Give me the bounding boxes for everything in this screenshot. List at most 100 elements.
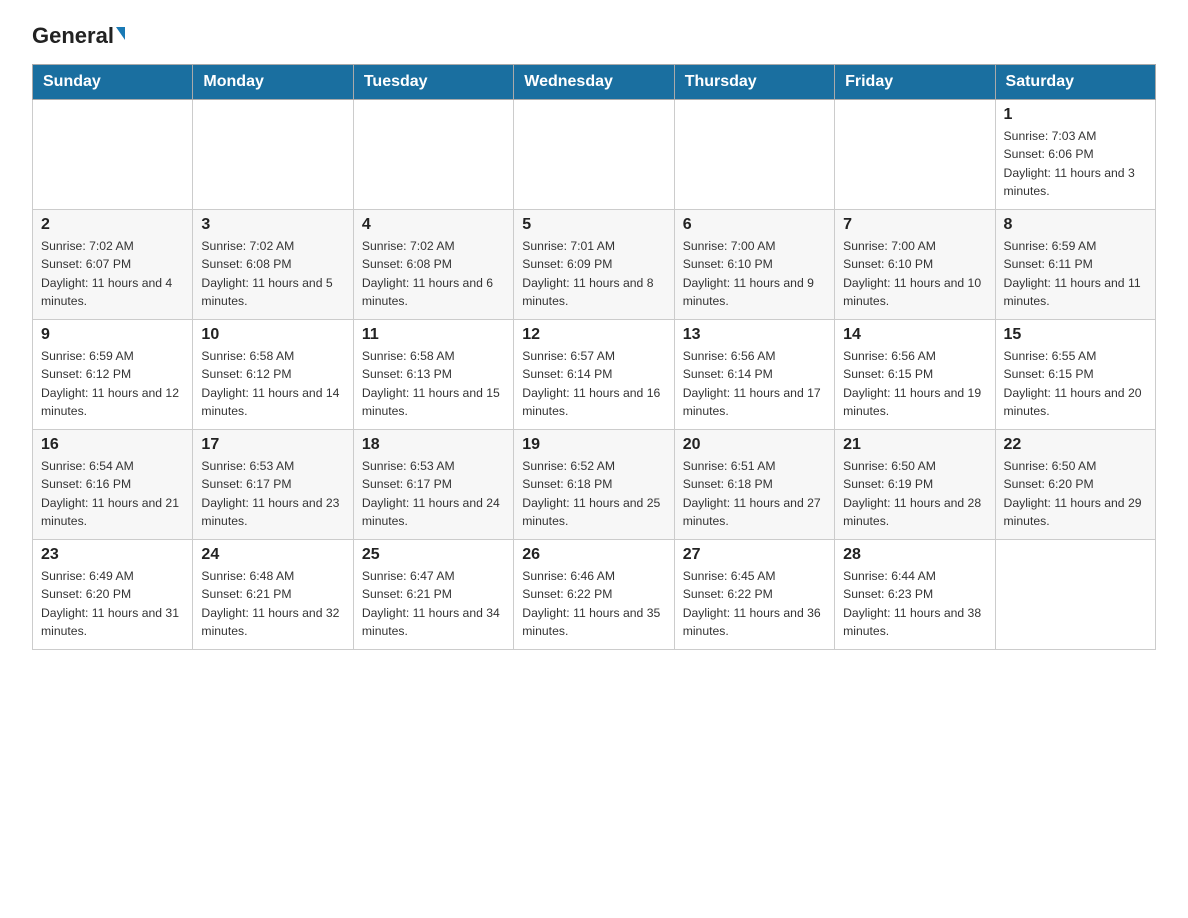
calendar-day-cell: 26 Sunrise: 6:46 AMSunset: 6:22 PMDayligh… — [514, 540, 674, 650]
day-number: 14 — [843, 326, 986, 344]
day-info: Sunrise: 6:52 AMSunset: 6:18 PMDaylight:… — [522, 457, 665, 530]
day-number: 28 — [843, 546, 986, 564]
day-info: Sunrise: 7:00 AMSunset: 6:10 PMDaylight:… — [683, 237, 826, 310]
day-number: 18 — [362, 436, 505, 454]
weekday-header-monday: Monday — [193, 65, 353, 100]
calendar-day-cell: 15Sunrise: 6:55 AMSunset: 6:15 PMDayligh… — [995, 320, 1155, 430]
calendar-day-cell: 24 Sunrise: 6:48 AMSunset: 6:21 PMDayligh… — [193, 540, 353, 650]
calendar-day-cell: 27 Sunrise: 6:45 AMSunset: 6:22 PMDayligh… — [674, 540, 834, 650]
day-number: 23 — [41, 546, 184, 564]
calendar-day-cell — [514, 100, 674, 210]
weekday-header-saturday: Saturday — [995, 65, 1155, 100]
day-number: 1 — [1004, 106, 1147, 124]
day-info: Sunrise: 6:45 AMSunset: 6:22 PMDaylight:… — [683, 567, 826, 640]
day-number: 6 — [683, 216, 826, 234]
calendar-day-cell: 22 Sunrise: 6:50 AMSunset: 6:20 PMDayligh… — [995, 430, 1155, 540]
day-info: Sunrise: 6:55 AMSunset: 6:15 PMDaylight:… — [1004, 347, 1147, 420]
day-info: Sunrise: 7:02 AMSunset: 6:08 PMDaylight:… — [201, 237, 344, 310]
calendar-day-cell: 20Sunrise: 6:51 AMSunset: 6:18 PMDayligh… — [674, 430, 834, 540]
day-info: Sunrise: 6:54 AMSunset: 6:16 PMDaylight:… — [41, 457, 184, 530]
calendar-day-cell: 10 Sunrise: 6:58 AMSunset: 6:12 PMDayligh… — [193, 320, 353, 430]
day-number: 4 — [362, 216, 505, 234]
day-info: Sunrise: 6:59 AMSunset: 6:12 PMDaylight:… — [41, 347, 184, 420]
day-number: 9 — [41, 326, 184, 344]
calendar-day-cell — [33, 100, 193, 210]
day-number: 24 — [201, 546, 344, 564]
day-info: Sunrise: 6:50 AMSunset: 6:20 PMDaylight:… — [1004, 457, 1147, 530]
day-number: 22 — [1004, 436, 1147, 454]
day-number: 7 — [843, 216, 986, 234]
calendar-day-cell: 8 Sunrise: 6:59 AMSunset: 6:11 PMDaylight… — [995, 210, 1155, 320]
day-number: 19 — [522, 436, 665, 454]
day-info: Sunrise: 6:56 AMSunset: 6:15 PMDaylight:… — [843, 347, 986, 420]
day-info: Sunrise: 6:53 AMSunset: 6:17 PMDaylight:… — [201, 457, 344, 530]
calendar-day-cell: 23 Sunrise: 6:49 AMSunset: 6:20 PMDayligh… — [33, 540, 193, 650]
calendar-day-cell: 1Sunrise: 7:03 AMSunset: 6:06 PMDaylight… — [995, 100, 1155, 210]
day-number: 17 — [201, 436, 344, 454]
calendar-day-cell: 28 Sunrise: 6:44 AMSunset: 6:23 PMDayligh… — [835, 540, 995, 650]
day-info: Sunrise: 6:46 AMSunset: 6:22 PMDaylight:… — [522, 567, 665, 640]
day-info: Sunrise: 6:51 AMSunset: 6:18 PMDaylight:… — [683, 457, 826, 530]
day-info: Sunrise: 6:57 AMSunset: 6:14 PMDaylight:… — [522, 347, 665, 420]
logo: General — [32, 24, 125, 48]
day-info: Sunrise: 7:02 AMSunset: 6:08 PMDaylight:… — [362, 237, 505, 310]
calendar-day-cell: 17 Sunrise: 6:53 AMSunset: 6:17 PMDayligh… — [193, 430, 353, 540]
day-number: 16 — [41, 436, 184, 454]
calendar-week-row: 2Sunrise: 7:02 AMSunset: 6:07 PMDaylight… — [33, 210, 1156, 320]
day-number: 26 — [522, 546, 665, 564]
day-number: 8 — [1004, 216, 1147, 234]
weekday-header-friday: Friday — [835, 65, 995, 100]
day-number: 10 — [201, 326, 344, 344]
day-info: Sunrise: 6:59 AMSunset: 6:11 PMDaylight:… — [1004, 237, 1147, 310]
day-number: 5 — [522, 216, 665, 234]
weekday-header-row: SundayMondayTuesdayWednesdayThursdayFrid… — [33, 65, 1156, 100]
calendar-day-cell — [193, 100, 353, 210]
day-info: Sunrise: 6:48 AMSunset: 6:21 PMDaylight:… — [201, 567, 344, 640]
calendar-day-cell: 13 Sunrise: 6:56 AMSunset: 6:14 PMDayligh… — [674, 320, 834, 430]
calendar-day-cell: 19 Sunrise: 6:52 AMSunset: 6:18 PMDayligh… — [514, 430, 674, 540]
day-info: Sunrise: 6:47 AMSunset: 6:21 PMDaylight:… — [362, 567, 505, 640]
day-info: Sunrise: 6:58 AMSunset: 6:13 PMDaylight:… — [362, 347, 505, 420]
calendar-day-cell: 5 Sunrise: 7:01 AMSunset: 6:09 PMDaylight… — [514, 210, 674, 320]
calendar-day-cell — [995, 540, 1155, 650]
calendar-day-cell: 7 Sunrise: 7:00 AMSunset: 6:10 PMDaylight… — [835, 210, 995, 320]
calendar-table: SundayMondayTuesdayWednesdayThursdayFrid… — [32, 64, 1156, 650]
calendar-day-cell: 12 Sunrise: 6:57 AMSunset: 6:14 PMDayligh… — [514, 320, 674, 430]
calendar-day-cell: 21 Sunrise: 6:50 AMSunset: 6:19 PMDayligh… — [835, 430, 995, 540]
calendar-day-cell — [674, 100, 834, 210]
calendar-day-cell: 11 Sunrise: 6:58 AMSunset: 6:13 PMDayligh… — [353, 320, 513, 430]
day-info: Sunrise: 6:44 AMSunset: 6:23 PMDaylight:… — [843, 567, 986, 640]
logo-triangle-icon — [116, 27, 125, 40]
weekday-header-thursday: Thursday — [674, 65, 834, 100]
day-info: Sunrise: 7:01 AMSunset: 6:09 PMDaylight:… — [522, 237, 665, 310]
day-info: Sunrise: 6:53 AMSunset: 6:17 PMDaylight:… — [362, 457, 505, 530]
day-number: 11 — [362, 326, 505, 344]
calendar-day-cell: 25 Sunrise: 6:47 AMSunset: 6:21 PMDayligh… — [353, 540, 513, 650]
day-info: Sunrise: 6:56 AMSunset: 6:14 PMDaylight:… — [683, 347, 826, 420]
day-number: 3 — [201, 216, 344, 234]
weekday-header-tuesday: Tuesday — [353, 65, 513, 100]
day-number: 2 — [41, 216, 184, 234]
day-info: Sunrise: 7:00 AMSunset: 6:10 PMDaylight:… — [843, 237, 986, 310]
calendar-day-cell: 14 Sunrise: 6:56 AMSunset: 6:15 PMDayligh… — [835, 320, 995, 430]
day-number: 25 — [362, 546, 505, 564]
calendar-day-cell: 9 Sunrise: 6:59 AMSunset: 6:12 PMDaylight… — [33, 320, 193, 430]
calendar-day-cell: 3 Sunrise: 7:02 AMSunset: 6:08 PMDaylight… — [193, 210, 353, 320]
calendar-day-cell: 16 Sunrise: 6:54 AMSunset: 6:16 PMDayligh… — [33, 430, 193, 540]
calendar-week-row: 23 Sunrise: 6:49 AMSunset: 6:20 PMDayligh… — [33, 540, 1156, 650]
weekday-header-sunday: Sunday — [33, 65, 193, 100]
day-number: 13 — [683, 326, 826, 344]
day-number: 27 — [683, 546, 826, 564]
day-info: Sunrise: 6:58 AMSunset: 6:12 PMDaylight:… — [201, 347, 344, 420]
logo-text: General — [32, 24, 125, 48]
day-info: Sunrise: 6:49 AMSunset: 6:20 PMDaylight:… — [41, 567, 184, 640]
calendar-day-cell — [835, 100, 995, 210]
calendar-week-row: 9 Sunrise: 6:59 AMSunset: 6:12 PMDaylight… — [33, 320, 1156, 430]
calendar-day-cell: 2Sunrise: 7:02 AMSunset: 6:07 PMDaylight… — [33, 210, 193, 320]
calendar-week-row: 16 Sunrise: 6:54 AMSunset: 6:16 PMDayligh… — [33, 430, 1156, 540]
calendar-day-cell: 4 Sunrise: 7:02 AMSunset: 6:08 PMDaylight… — [353, 210, 513, 320]
day-number: 21 — [843, 436, 986, 454]
day-info: Sunrise: 6:50 AMSunset: 6:19 PMDaylight:… — [843, 457, 986, 530]
calendar-week-row: 1Sunrise: 7:03 AMSunset: 6:06 PMDaylight… — [33, 100, 1156, 210]
day-number: 12 — [522, 326, 665, 344]
